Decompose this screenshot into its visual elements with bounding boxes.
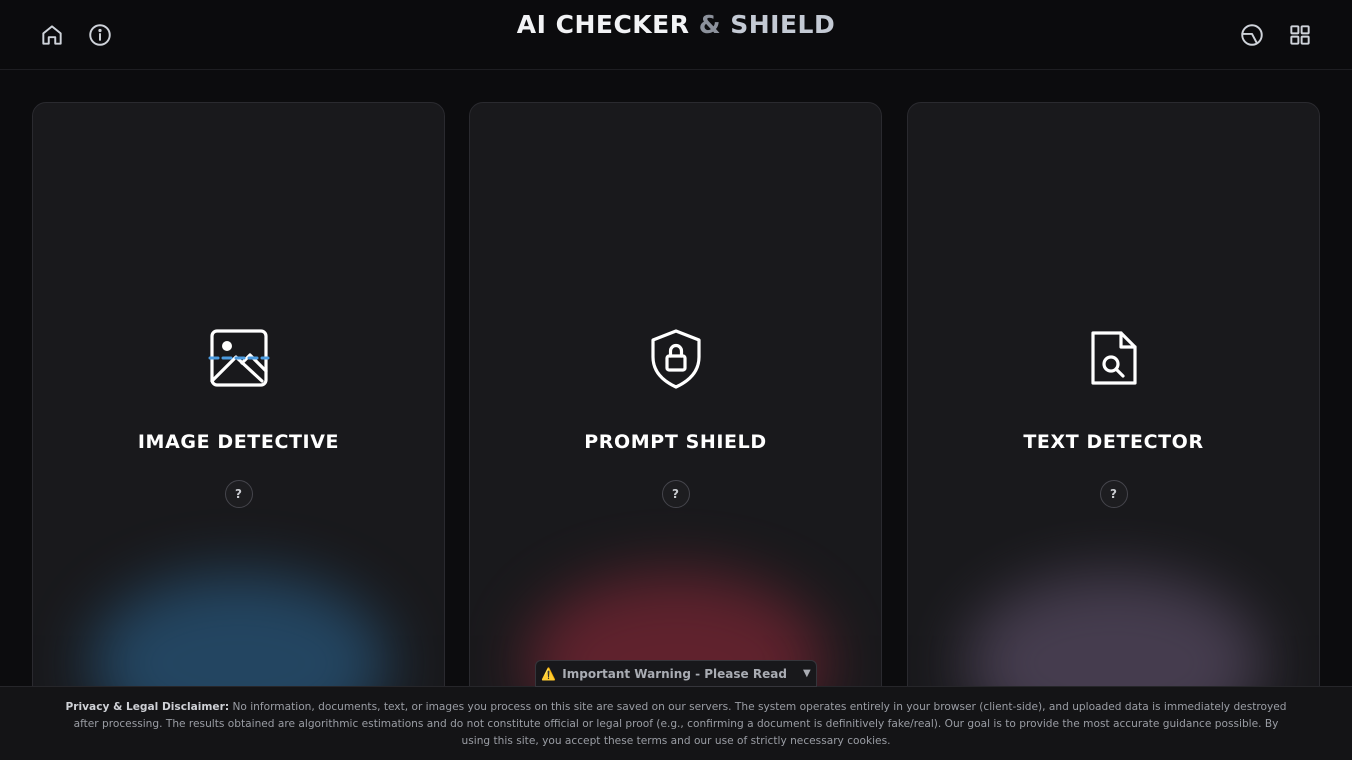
help-button[interactable]: ? — [1099, 480, 1128, 508]
card-text-detector[interactable]: TEXT DETECTOR ? — [907, 102, 1320, 702]
disclaimer-text: No information, documents, text, or imag… — [73, 701, 1287, 747]
help-button[interactable]: ? — [661, 480, 690, 508]
card-icon-wrapper — [206, 325, 272, 391]
privacy-disclaimer: Privacy & Legal Disclaimer: No informati… — [0, 686, 1352, 760]
card-prompt-shield[interactable]: PROMPT SHIELD ? — [469, 102, 882, 702]
theme-icon — [1241, 24, 1263, 46]
chevron-down-icon: ▼ — [802, 668, 811, 679]
disclaimer-heading: Privacy & Legal Disclaimer: — [65, 701, 230, 713]
title-ampersand: & — [698, 10, 722, 39]
page-title: AI CHECKER & SHIELD — [0, 10, 1352, 39]
important-warning-toggle[interactable]: ⚠️ Important Warning - Please Read ▼ — [535, 660, 817, 687]
warning-label: Important Warning - Please Read — [562, 666, 787, 681]
card-icon-wrapper — [1081, 325, 1147, 391]
card-title: TEXT DETECTOR — [1023, 431, 1204, 453]
card-glow — [88, 573, 389, 701]
image-scan-icon — [208, 329, 269, 387]
card-icon-wrapper — [643, 325, 709, 391]
warning-icon: ⚠️ — [541, 666, 557, 681]
theme-toggle-button[interactable] — [1236, 19, 1268, 51]
card-glow — [963, 573, 1264, 701]
apps-grid-icon — [1290, 25, 1310, 45]
card-title: PROMPT SHIELD — [584, 431, 767, 453]
top-header: AI CHECKER & SHIELD — [0, 0, 1352, 70]
title-part2: SHIELD — [730, 10, 836, 39]
shield-lock-icon — [650, 329, 701, 389]
help-button[interactable]: ? — [224, 480, 253, 508]
apps-menu-button[interactable] — [1284, 19, 1316, 51]
document-search-icon — [1090, 331, 1137, 385]
card-image-detective[interactable]: IMAGE DETECTIVE ? — [32, 102, 445, 702]
card-title: IMAGE DETECTIVE — [137, 431, 340, 453]
title-part1: AI CHECKER — [516, 10, 690, 39]
